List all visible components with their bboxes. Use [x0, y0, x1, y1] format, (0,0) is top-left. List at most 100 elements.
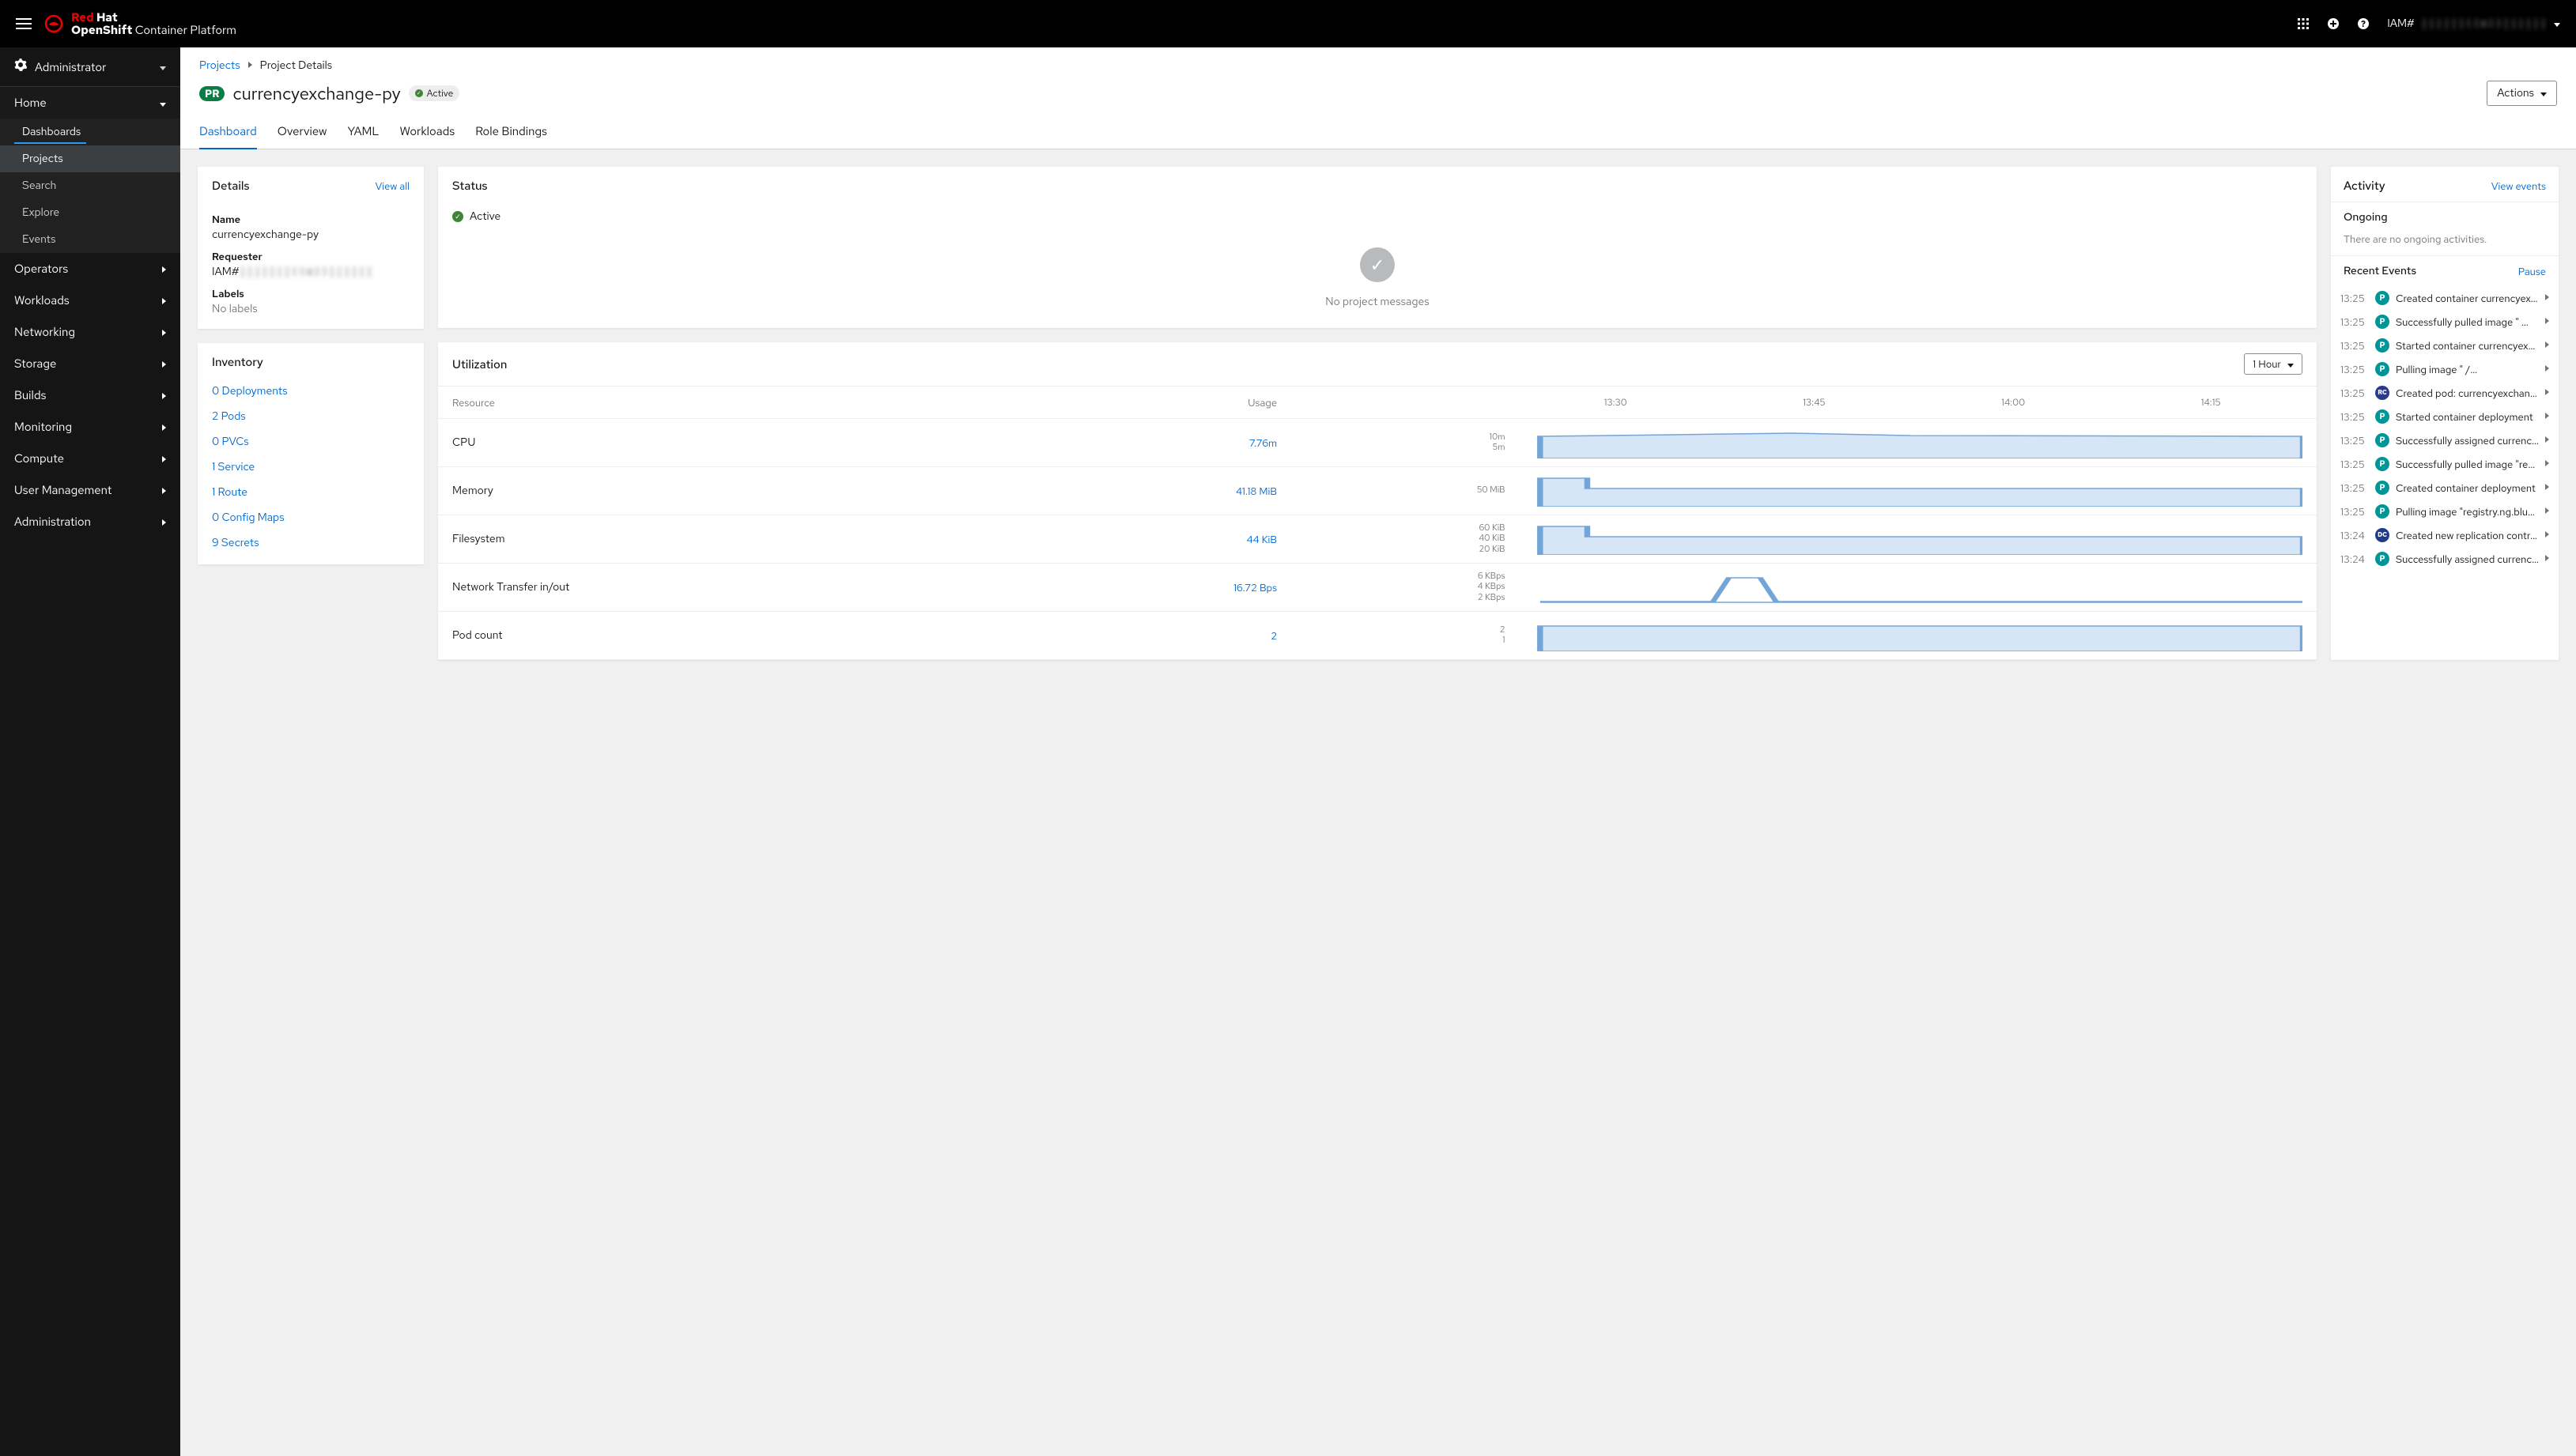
tab-rolebindings[interactable]: Role Bindings: [475, 117, 547, 149]
app-launcher-icon[interactable]: [2297, 17, 2310, 30]
nav-section-monitoring[interactable]: Monitoring: [0, 411, 180, 443]
util-usage[interactable]: 41.18 MiB: [977, 467, 1286, 515]
event-row[interactable]: 13:25PPulling image " /…: [2331, 357, 2559, 381]
details-viewall-link[interactable]: View all: [376, 179, 410, 193]
tab-overview[interactable]: Overview: [278, 117, 327, 149]
tab-workloads[interactable]: Workloads: [399, 117, 455, 149]
time-tick: 14:15: [2201, 396, 2221, 409]
event-row[interactable]: 13:25PSuccessfully pulled image "registr…: [2331, 452, 2559, 476]
event-badge: P: [2375, 315, 2389, 329]
breadcrumb-root[interactable]: Projects: [199, 58, 240, 73]
event-row[interactable]: 13:25PStarted container deployment: [2331, 405, 2559, 428]
event-time: 13:24: [2340, 553, 2369, 566]
inventory-link[interactable]: 2 Pods: [212, 409, 410, 424]
util-ylabels: 6 KBps4 KBps2 KBps: [1285, 564, 1508, 612]
brand-cp: Container Platform: [132, 22, 236, 38]
event-row[interactable]: 13:24DCCreated new replication controll…: [2331, 523, 2559, 547]
help-icon[interactable]: ?: [2357, 17, 2370, 30]
sparkline: [1517, 620, 2302, 651]
check-icon: ✓: [452, 211, 463, 222]
event-row[interactable]: 13:25PCreated container currencyexcha…: [2331, 286, 2559, 310]
util-usage[interactable]: 2: [977, 612, 1286, 660]
chevron-down-icon: [2540, 86, 2547, 100]
status-pill: ✓ Active: [409, 85, 460, 101]
nav-section-networking[interactable]: Networking: [0, 316, 180, 348]
chevron-right-icon: [2545, 292, 2549, 304]
tab-dashboard[interactable]: Dashboard: [199, 117, 257, 149]
user-id-redacted: ||||||((o))||||||: [2421, 17, 2548, 30]
page-title: currencyexchange-py: [232, 82, 400, 105]
utilization-card: Utilization 1 Hour Resource Usage 13:301…: [438, 342, 2317, 660]
tabs: Dashboard Overview YAML Workloads Role B…: [199, 117, 2557, 149]
inventory-link[interactable]: 9 Secrets: [212, 536, 410, 550]
perspective-label: Administrator: [35, 59, 106, 75]
inventory-link[interactable]: 0 Deployments: [212, 384, 410, 398]
event-row[interactable]: 13:25RCCreated pod: currencyexchange…: [2331, 381, 2559, 405]
chevron-right-icon: [162, 419, 166, 435]
nav-section-builds[interactable]: Builds: [0, 379, 180, 411]
event-message: Successfully assigned currencyex…: [2396, 553, 2539, 566]
util-ylabels: 60 KiB40 KiB20 KiB: [1285, 515, 1508, 564]
chevron-right-icon: [2545, 340, 2549, 351]
nav-item-explore[interactable]: Explore: [0, 199, 180, 226]
chevron-down-icon: [2287, 357, 2294, 371]
nav-item-events[interactable]: Events: [0, 226, 180, 253]
nav-item-search[interactable]: Search: [0, 172, 180, 199]
inventory-link[interactable]: 1 Service: [212, 460, 410, 474]
chevron-down-icon: [160, 60, 166, 74]
perspective-switcher[interactable]: Administrator: [0, 47, 180, 87]
util-usage[interactable]: 7.76m: [977, 419, 1286, 467]
event-row[interactable]: 13:25PPulling image "registry.ng.bluemix…: [2331, 500, 2559, 523]
event-time: 13:25: [2340, 292, 2369, 305]
util-ylabels: 10m5m: [1285, 419, 1508, 467]
add-icon[interactable]: [2327, 17, 2340, 30]
duration-dropdown[interactable]: 1 Hour: [2244, 353, 2302, 375]
nav-section-administration[interactable]: Administration: [0, 506, 180, 538]
event-message: Successfully assigned currencyex…: [2396, 434, 2539, 447]
nav-section-compute[interactable]: Compute: [0, 443, 180, 474]
pause-link[interactable]: Pause: [2518, 265, 2546, 278]
actions-dropdown[interactable]: Actions: [2487, 81, 2557, 106]
event-badge: P: [2375, 291, 2389, 305]
tab-yaml[interactable]: YAML: [348, 117, 380, 149]
activity-title: Activity: [2344, 178, 2385, 194]
inventory-link[interactable]: 0 PVCs: [212, 435, 410, 449]
page-header: Projects Project Details PR currencyexch…: [180, 47, 2576, 149]
event-row[interactable]: 13:25PStarted container currencyexchan…: [2331, 334, 2559, 357]
event-time: 13:25: [2340, 387, 2369, 400]
event-row[interactable]: 13:25PSuccessfully pulled image " …: [2331, 310, 2559, 334]
nav-section-user-management[interactable]: User Management: [0, 474, 180, 506]
nav-section-storage[interactable]: Storage: [0, 348, 180, 379]
nav-section-workloads[interactable]: Workloads: [0, 285, 180, 316]
breadcrumb-current: Project Details: [260, 58, 332, 73]
event-message: Pulling image " /…: [2396, 363, 2539, 376]
nav-item-projects[interactable]: Projects: [0, 145, 180, 172]
event-row[interactable]: 13:25PCreated container deployment: [2331, 476, 2559, 500]
nav-item-dashboards[interactable]: Dashboards: [0, 119, 180, 145]
status-title: Status: [452, 178, 488, 194]
user-menu[interactable]: IAM# ||||||((o))||||||: [2387, 17, 2560, 31]
chevron-right-icon: [2545, 530, 2549, 541]
details-name-value: currencyexchange-py: [212, 228, 410, 242]
event-row[interactable]: 13:25PSuccessfully assigned currencyex…: [2331, 428, 2559, 452]
inventory-link[interactable]: 1 Route: [212, 485, 410, 500]
chevron-right-icon: [2545, 553, 2549, 564]
details-card: Details View all Name currencyexchange-p…: [198, 167, 424, 329]
util-usage[interactable]: 16.72 Bps: [977, 564, 1286, 612]
utilization-title: Utilization: [452, 356, 507, 372]
event-row[interactable]: 13:24PSuccessfully assigned currencyex…: [2331, 547, 2559, 571]
chevron-right-icon: [2545, 435, 2549, 446]
event-time: 13:25: [2340, 458, 2369, 471]
breadcrumb: Projects Project Details: [199, 58, 2557, 73]
chevron-down-icon: [2554, 17, 2560, 31]
nav-section-operators[interactable]: Operators: [0, 253, 180, 285]
chevron-down-icon: [160, 95, 166, 111]
ongoing-title: Ongoing: [2344, 210, 2388, 224]
inventory-link[interactable]: 0 Config Maps: [212, 511, 410, 525]
gear-icon: [14, 58, 27, 75]
util-usage[interactable]: 44 KiB: [977, 515, 1286, 564]
util-col-usage: Usage: [977, 387, 1286, 419]
view-events-link[interactable]: View events: [2491, 179, 2546, 193]
hamburger-menu[interactable]: [16, 18, 32, 29]
nav-section-home[interactable]: Home: [0, 87, 180, 119]
